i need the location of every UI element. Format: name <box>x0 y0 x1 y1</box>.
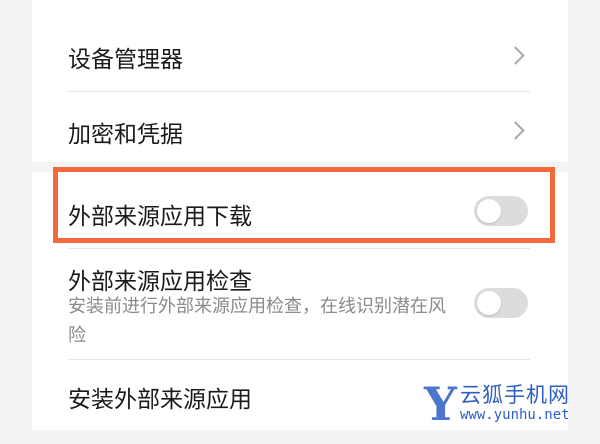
watermark: Y 云狐手机网 www.yunhu.net <box>424 377 594 431</box>
chevron-right-icon <box>506 121 525 140</box>
row-device-manager[interactable]: 设备管理器 <box>32 0 568 90</box>
row-external-check[interactable]: 外部来源应用检查 安装前进行外部来源应用检查，在线识别潜在风险 <box>32 249 568 359</box>
row-description: 安装前进行外部来源应用检查，在线识别潜在风险 <box>68 296 446 346</box>
chevron-right-icon <box>506 46 525 65</box>
row-label: 外部来源应用检查 <box>68 269 252 295</box>
external-check-toggle[interactable] <box>474 288 528 318</box>
watermark-logo-letter: Y <box>424 377 457 431</box>
watermark-site-name: 云狐手机网 <box>460 383 570 407</box>
settings-group-top: 设备管理器 加密和凭据 <box>32 0 568 162</box>
section-gap <box>32 430 568 444</box>
row-encryption-credentials[interactable]: 加密和凭据 <box>32 92 568 162</box>
left-gutter <box>0 0 32 444</box>
right-gutter <box>568 0 600 444</box>
watermark-url: www.yunhu.net <box>460 407 570 423</box>
toggle-knob <box>477 291 501 315</box>
row-label: 安装外部来源应用 <box>68 387 252 413</box>
row-label: 加密和凭据 <box>68 122 183 148</box>
row-label: 设备管理器 <box>68 47 183 73</box>
highlight-frame <box>53 167 555 243</box>
